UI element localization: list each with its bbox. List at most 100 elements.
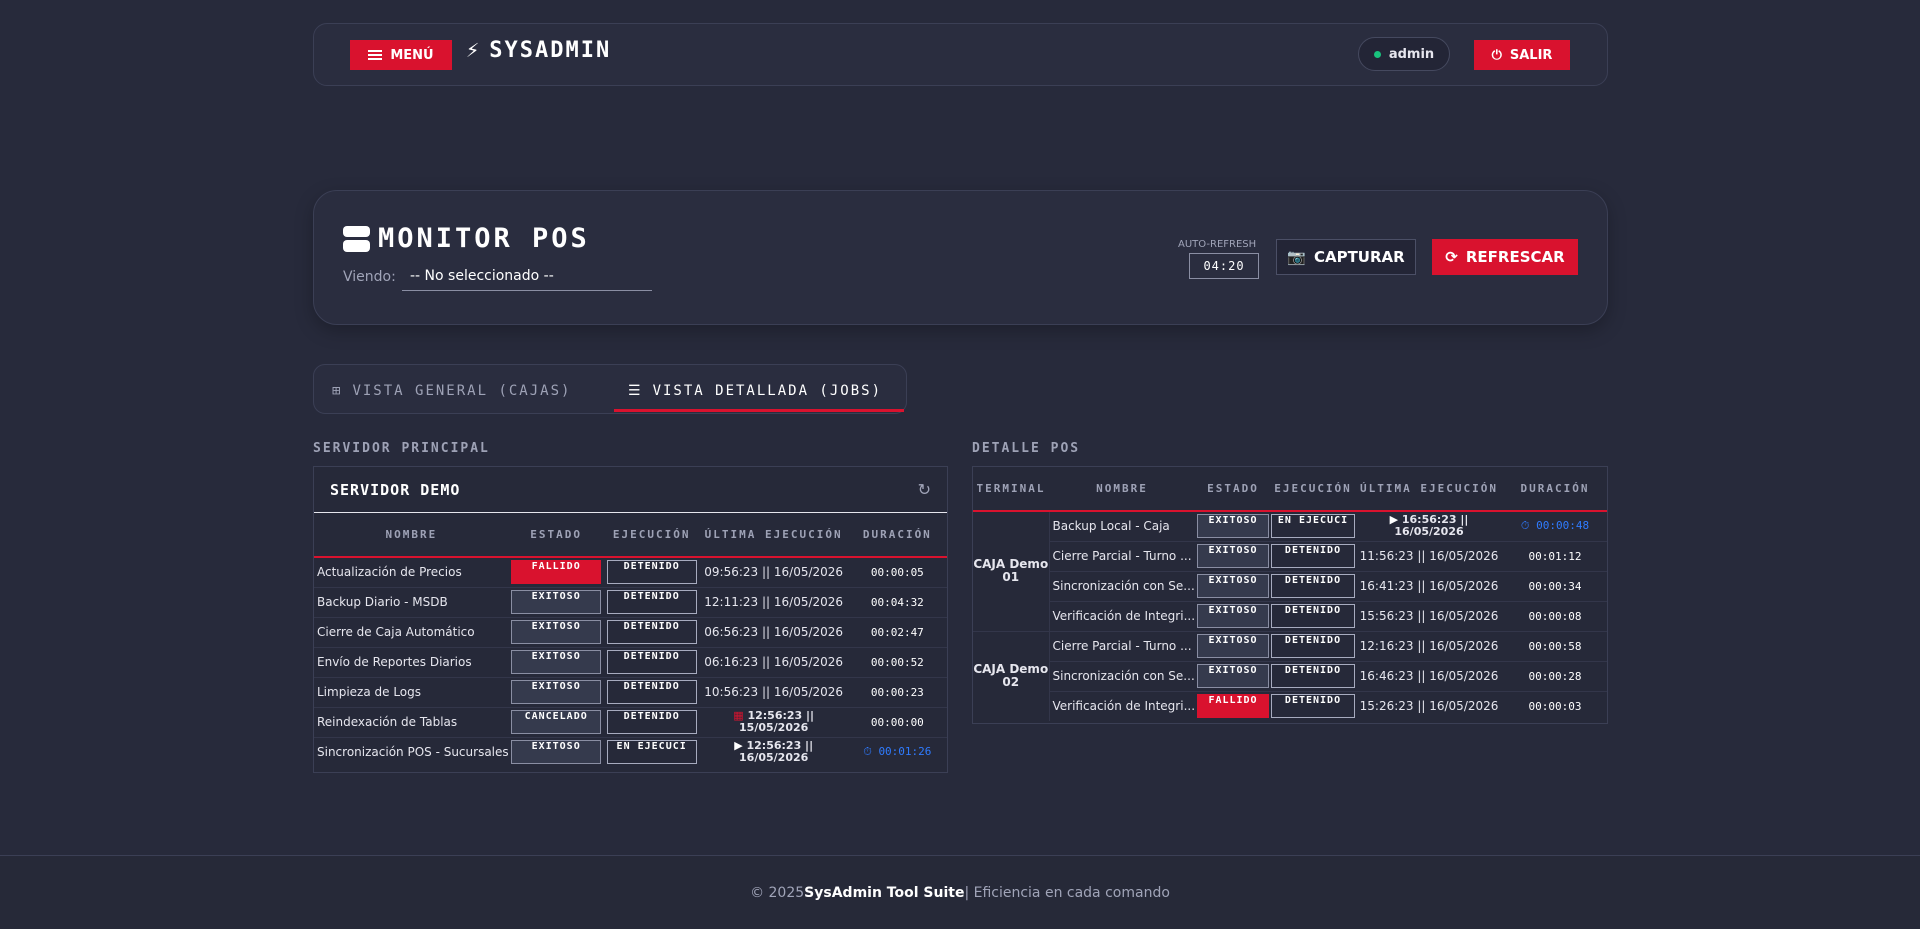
last-run-cell: 12:16:23 || 16/05/2026 [1355, 630, 1504, 661]
duration-cell: ⏱ 00:01:26 [847, 736, 947, 767]
last-run-cell: 15:56:23 || 16/05/2026 [1355, 600, 1504, 631]
estado-badge: EXITOSO [1197, 604, 1270, 628]
estado-badge: FALLIDO [511, 560, 602, 585]
last-run-cell: ▦ 12:56:23 || 15/05/2026 [699, 706, 848, 737]
last-run-text: 15:56:23 || 16/05/2026 [1359, 609, 1499, 623]
table-row[interactable]: Limpieza de Logs EXITOSO DETENIDO 10:56:23 … [314, 676, 947, 707]
last-run-cell: ▶ 16:56:23 || 16/05/2026 [1355, 510, 1504, 541]
ejecucion-badge: DETENIDO [1271, 664, 1356, 688]
estado-badge: CANCELADO [511, 710, 602, 734]
duration-text: 00:00:28 [1528, 669, 1582, 683]
ejecucion-badge: EN EJECUCI [606, 740, 697, 765]
ejecucion-badge: DETENIDO [606, 680, 697, 704]
pos-select[interactable]: -- No seleccionado -- [402, 263, 652, 291]
estado-badge: EXITOSO [511, 590, 602, 614]
estado-badge: EXITOSO [511, 680, 602, 704]
capture-button[interactable]: 📷 CAPTURAR [1276, 239, 1416, 275]
estado-badge: EXITOSO [1197, 574, 1270, 598]
ejecucion-badge: DETENIDO [606, 590, 697, 614]
terminal-cell: CAJA Demo 02 [973, 630, 1050, 721]
monitor-header-card: MONITOR POS Viendo: -- No seleccionado -… [313, 190, 1608, 325]
servidor-jobs-table: NOMBRE ESTADO EJECUCIÓN ÚLTIMA EJECUCIÓN… [314, 513, 947, 767]
refresh-button[interactable]: ⟳ REFRESCAR [1432, 239, 1578, 275]
table-row[interactable]: Sincronización con Se... EXITOSO DETENIDO 1… [973, 570, 1607, 601]
table-row[interactable]: Sincronización POS - Sucursales EXITOSO EN… [314, 736, 947, 767]
last-run-cell: 06:16:23 || 16/05/2026 [699, 646, 848, 677]
duration-cell: 00:00:52 [847, 646, 947, 677]
ejecucion-badge: DETENIDO [1271, 694, 1356, 719]
job-name: Verificación de Integri... [1049, 600, 1196, 631]
last-run-text: 16:46:23 || 16/05/2026 [1359, 669, 1499, 683]
duration-text: 00:00:00 [870, 715, 924, 729]
menu-button[interactable]: MENÚ [350, 40, 452, 70]
last-run-cell: 15:26:23 || 16/05/2026 [1355, 690, 1504, 721]
estado-cell: EXITOSO [1195, 540, 1272, 571]
ejecucion-cell: DETENIDO [1271, 690, 1356, 721]
table-row[interactable]: Envío de Reportes Diarios EXITOSO DETENIDO… [314, 646, 947, 677]
estado-cell: EXITOSO [508, 646, 604, 677]
job-name: Verificación de Integri... [1049, 690, 1196, 721]
top-navbar: MENÚ ⚡ SYSADMIN admin ⏻ SALIR [313, 23, 1608, 86]
duration-cell: 00:02:47 [847, 616, 947, 647]
table-row[interactable]: Cierre de Caja Automático EXITOSO DETENIDO… [314, 616, 947, 647]
estado-cell: FALLIDO [508, 556, 604, 587]
job-name: Backup Local - Caja [1049, 510, 1196, 541]
estado-cell: EXITOSO [1195, 510, 1272, 541]
estado-cell: EXITOSO [508, 736, 604, 767]
ejecucion-cell: EN EJECUCI [603, 736, 700, 767]
refresh-label: REFRESCAR [1465, 248, 1565, 266]
table-row[interactable]: CAJA Demo 01 Backup Local - Caja EXITOSO EN… [973, 510, 1607, 631]
duration-text: 00:02:47 [870, 625, 924, 639]
user-badge[interactable]: admin [1358, 37, 1450, 71]
estado-cell: EXITOSO [1195, 570, 1272, 601]
detalle-jobs-table: TERMINAL NOMBRE ESTADO EJECUCIÓN ÚLTIMA … [973, 467, 1607, 721]
duration-cell: 00:00:23 [847, 676, 947, 707]
table-row[interactable]: Verificación de Integri... EXITOSO DETENID… [973, 600, 1607, 631]
tab-label: VISTA DETALLADA (JOBS) [652, 383, 882, 399]
ejecucion-cell: DETENIDO [603, 616, 700, 647]
col-header: DURACIÓN [862, 528, 932, 541]
estado-badge: EXITOSO [511, 620, 602, 644]
logout-label: SALIR [1509, 47, 1553, 63]
logout-button[interactable]: ⏻ SALIR [1474, 40, 1570, 70]
brand-logo[interactable]: ⚡ SYSADMIN [466, 38, 611, 63]
ejecucion-cell: DETENIDO [603, 586, 700, 617]
detalle-panel: TERMINAL NOMBRE ESTADO EJECUCIÓN ÚLTIMA … [972, 466, 1608, 724]
estado-badge: EXITOSO [511, 650, 602, 674]
last-run-cell: 11:56:23 || 16/05/2026 [1355, 540, 1504, 571]
reload-icon[interactable]: ↻ [918, 480, 931, 499]
table-row[interactable]: Actualización de Precios FALLIDO DETENIDO 0… [314, 556, 947, 587]
table-row[interactable]: Verificación de Integri... FALLIDO DETENID… [973, 690, 1607, 721]
table-row[interactable]: Backup Diario - MSDB EXITOSO DETENIDO 12:11… [314, 586, 947, 617]
page-title-text: MONITOR POS [378, 223, 590, 254]
job-name: Envío de Reportes Diarios [314, 646, 509, 677]
table-row[interactable]: Sincronización con Se... EXITOSO DETENIDO 1… [973, 660, 1607, 691]
last-run-cell: ▶ 12:56:23 || 16/05/2026 [699, 736, 848, 767]
ejecucion-badge: DETENIDO [606, 710, 697, 734]
estado-cell: EXITOSO [1195, 630, 1272, 661]
active-tab-indicator [614, 409, 904, 412]
duration-text: 00:00:48 [1536, 519, 1590, 533]
job-name: Limpieza de Logs [314, 676, 509, 707]
col-header: ESTADO [1207, 482, 1259, 495]
terminal-cell: CAJA Demo 01 [973, 510, 1050, 631]
estado-cell: EXITOSO [1195, 600, 1272, 631]
ejecucion-cell: DETENIDO [1271, 540, 1356, 571]
duration-text: 00:01:12 [1528, 549, 1582, 563]
table-row[interactable]: CAJA Demo 02 Cierre Parcial - Turno ... EX… [973, 630, 1607, 721]
last-run-text: 09:56:23 || 16/05/2026 [704, 565, 844, 580]
duration-cell: 00:00:28 [1503, 660, 1607, 691]
estado-badge: FALLIDO [1197, 694, 1270, 719]
estado-badge: EXITOSO [1197, 634, 1270, 658]
col-header: ÚLTIMA EJECUCIÓN [1360, 482, 1498, 495]
last-run-cell: 12:11:23 || 16/05/2026 [699, 586, 848, 617]
duration-text: 00:00:23 [870, 685, 924, 699]
tab-vista-detallada[interactable]: ☰ VISTA DETALLADA (JOBS) [628, 375, 882, 407]
table-row[interactable]: Reindexación de Tablas CANCELADO DETENIDO ▦… [314, 706, 947, 737]
col-header: EJECUCIÓN [612, 528, 691, 541]
ejecucion-cell: DETENIDO [1271, 600, 1356, 631]
footer-brand: SysAdmin Tool Suite [804, 884, 965, 901]
server-icon [343, 225, 370, 252]
tab-vista-general[interactable]: ⊞ VISTA GENERAL (CAJAS) [332, 375, 571, 407]
table-row[interactable]: Cierre Parcial - Turno ... EXITOSO DETENID… [973, 540, 1607, 571]
